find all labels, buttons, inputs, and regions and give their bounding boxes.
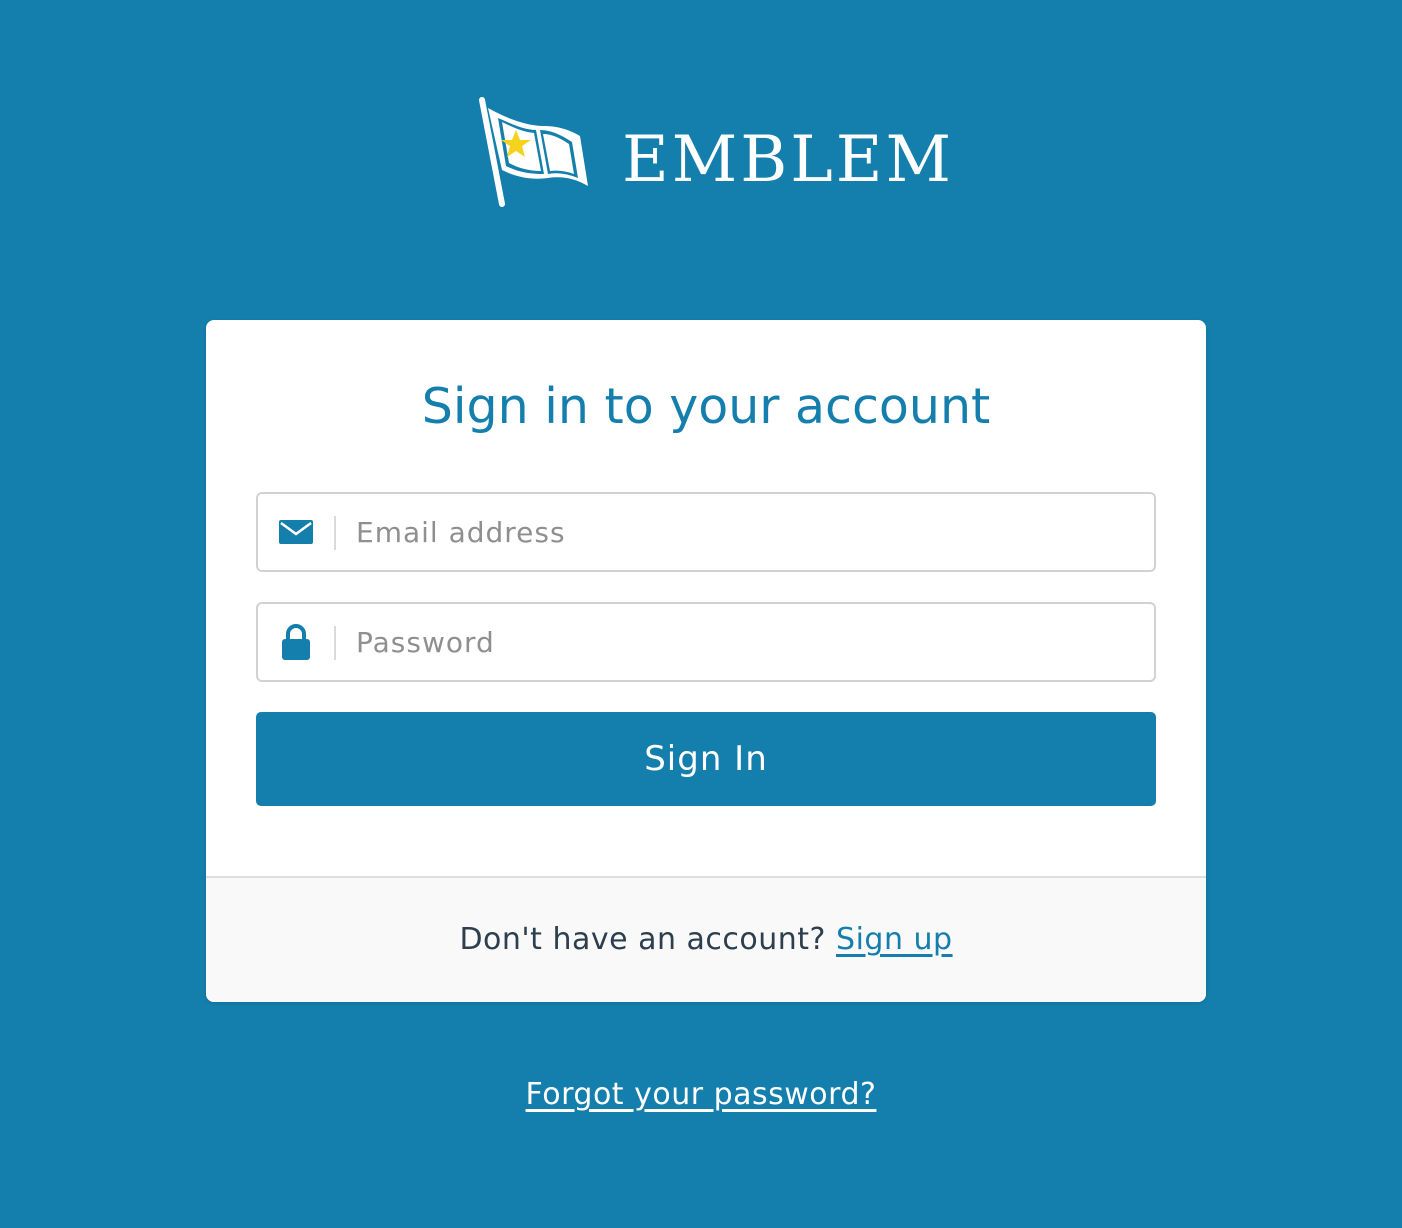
field-divider — [334, 516, 336, 550]
password-field[interactable] — [256, 602, 1156, 682]
card-footer: Don't have an account? Sign up — [206, 876, 1206, 1002]
brand-name: EMBLEM — [622, 123, 955, 197]
brand-logo: EMBLEM — [478, 96, 951, 208]
email-input[interactable] — [356, 494, 1136, 570]
sign-in-button[interactable]: Sign In — [256, 712, 1156, 806]
signin-card: Sign in to your account Sign In Don't ha… — [206, 320, 1206, 1002]
email-field[interactable] — [256, 492, 1156, 572]
lock-icon — [258, 604, 334, 680]
flag-star-icon — [479, 97, 588, 207]
envelope-icon — [258, 494, 334, 570]
signup-link[interactable]: Sign up — [836, 922, 953, 957]
password-input[interactable] — [356, 604, 1136, 680]
signup-prompt-text: Don't have an account? — [459, 922, 826, 957]
page-title: Sign in to your account — [421, 378, 991, 435]
forgot-password-row: Forgot your password? — [0, 1074, 1402, 1116]
field-divider — [334, 626, 336, 660]
signup-prompt: Don't have an account? Sign up — [459, 920, 952, 960]
forgot-password-link[interactable]: Forgot your password? — [526, 1077, 877, 1112]
